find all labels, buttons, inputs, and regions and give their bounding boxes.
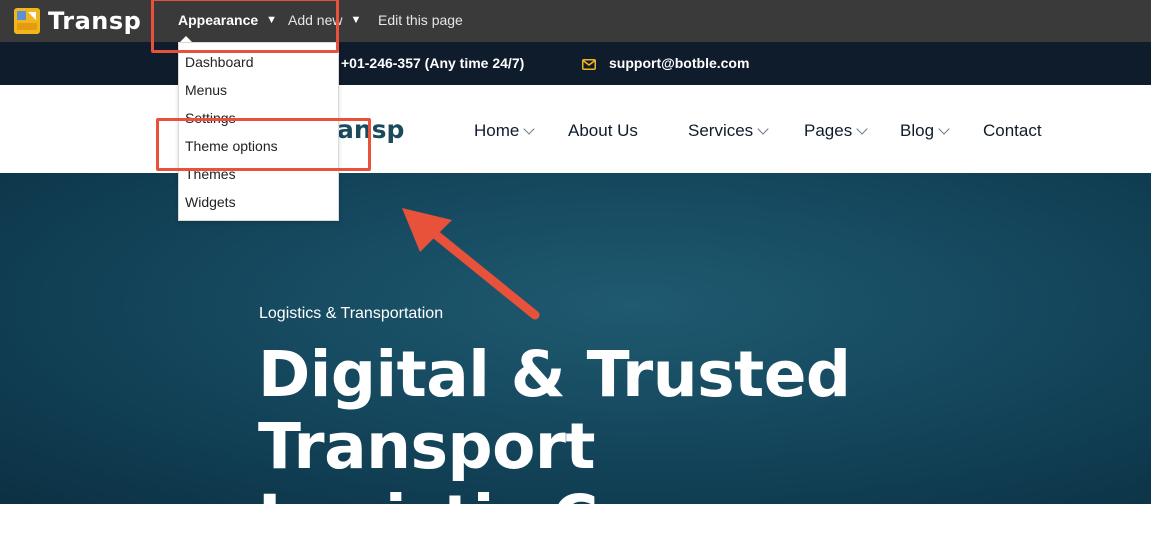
phone-number[interactable]: +01-246-357 (Any time 24/7) bbox=[341, 55, 524, 71]
admin-menu-edit-page-label: Edit this page bbox=[378, 12, 463, 28]
nav-pages[interactable]: Pages bbox=[804, 121, 868, 141]
hero-title: Digital & Trusted Transport Logistic Com… bbox=[258, 339, 1151, 555]
menu-item-theme-options[interactable]: Theme options bbox=[185, 138, 278, 154]
menu-item-widgets[interactable]: Widgets bbox=[185, 194, 236, 210]
site-header: ansp Home About Us Services Pages Blog C… bbox=[0, 85, 1151, 173]
hero-title-line-1: Digital & Trusted Transport bbox=[258, 338, 851, 483]
caret-down-icon: ▼ bbox=[350, 14, 362, 26]
hero-subtitle: Logistics & Transportation bbox=[259, 305, 444, 322]
nav-services[interactable]: Services bbox=[688, 121, 769, 141]
nav-contact[interactable]: Contact bbox=[983, 121, 1042, 141]
admin-menu-add-new[interactable]: Add new ▼ bbox=[288, 12, 361, 28]
support-email[interactable]: support@botble.com bbox=[609, 55, 749, 71]
site-brand[interactable]: ansp bbox=[337, 115, 404, 144]
admin-menu-add-new-label: Add new bbox=[288, 12, 343, 28]
menu-item-dashboard[interactable]: Dashboard bbox=[185, 54, 254, 70]
mail-icon bbox=[582, 57, 596, 73]
nav-contact-label: Contact bbox=[983, 121, 1042, 140]
admin-menu-edit-page[interactable]: Edit this page bbox=[378, 12, 463, 28]
menu-item-themes[interactable]: Themes bbox=[185, 166, 236, 182]
nav-home-label: Home bbox=[474, 121, 520, 140]
admin-menu-appearance-label: Appearance bbox=[178, 12, 259, 28]
nav-home[interactable]: Home bbox=[474, 121, 536, 141]
nav-blog[interactable]: Blog bbox=[900, 121, 950, 141]
logo-icon bbox=[14, 8, 40, 34]
nav-services-label: Services bbox=[688, 121, 754, 140]
admin-menu-appearance[interactable]: Appearance ▼ bbox=[178, 12, 277, 28]
nav-blog-label: Blog bbox=[900, 121, 935, 140]
top-info-bar: +01-246-357 (Any time 24/7) support@botb… bbox=[0, 42, 1151, 85]
nav-pages-label: Pages bbox=[804, 121, 853, 140]
nav-about-us-label: About Us bbox=[568, 121, 638, 140]
caret-down-icon: ▼ bbox=[266, 14, 278, 26]
chevron-down-icon bbox=[523, 123, 536, 135]
admin-bar: Transp Appearance ▼ Add new ▼ Edit this … bbox=[0, 0, 1151, 42]
admin-logo-text: Transp bbox=[48, 7, 142, 35]
chevron-down-icon bbox=[856, 123, 868, 135]
menu-item-menus[interactable]: Menus bbox=[185, 82, 227, 98]
hero-title-line-2: Logistic Company bbox=[258, 482, 878, 555]
chevron-down-icon bbox=[757, 123, 769, 135]
hero-section: Logistics & Transportation Digital & Tru… bbox=[0, 173, 1151, 555]
admin-logo[interactable]: Transp bbox=[14, 7, 141, 35]
appearance-dropdown: Dashboard Menus Settings Theme options T… bbox=[178, 42, 339, 221]
menu-item-settings[interactable]: Settings bbox=[185, 110, 236, 126]
nav-about-us[interactable]: About Us bbox=[568, 121, 638, 141]
chevron-down-icon bbox=[938, 123, 950, 135]
